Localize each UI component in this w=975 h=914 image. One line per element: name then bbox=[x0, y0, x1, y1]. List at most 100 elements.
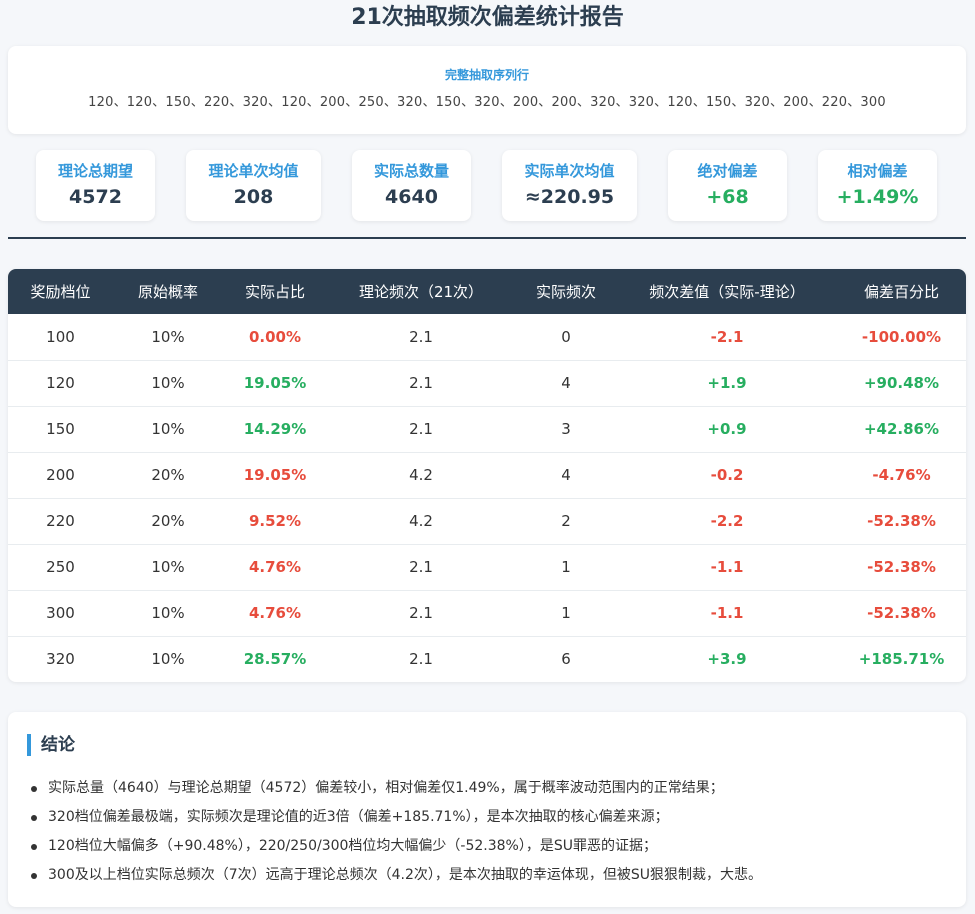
cell-frequency-diff: -2.2 bbox=[710, 512, 744, 530]
stat-label: 实际单次均值 bbox=[524, 162, 615, 180]
cell-theory-frequency: 2.1 bbox=[409, 650, 433, 669]
cell-frequency-diff: -1.1 bbox=[710, 604, 744, 622]
table-row: 220 20% 9.52% 4.2 2 -2.2 -52.38% bbox=[8, 498, 966, 544]
cell-tier: 220 bbox=[46, 512, 75, 530]
cell-theory-frequency: 4.2 bbox=[409, 466, 433, 484]
stat-card-theory-mean: 理论单次均值 208 bbox=[186, 150, 321, 221]
header-actual-frequency: 实际频次 bbox=[535, 283, 596, 301]
stat-label: 理论总期望 bbox=[57, 162, 133, 180]
stat-label: 理论单次均值 bbox=[208, 162, 299, 180]
cell-actual-frequency: 1 bbox=[561, 558, 571, 576]
conclusion-card: 结论 实际总量（4640）与理论总期望（4572）偏差较小，相对偏差仅1.49%… bbox=[8, 712, 966, 907]
stat-value: ≈220.95 bbox=[524, 186, 615, 208]
cell-theory-frequency: 2.1 bbox=[409, 374, 433, 392]
cell-actual-frequency: 0 bbox=[561, 327, 571, 346]
cell-actual-share: 4.76% bbox=[248, 604, 302, 622]
conclusion-item: 300及以上档位实际总频次（7次）远高于理论总频次（4.2次），是本次抽取的幸运… bbox=[28, 861, 762, 890]
cell-deviation-percent: +90.48% bbox=[863, 374, 940, 392]
cell-actual-frequency: 4 bbox=[561, 466, 571, 484]
cell-actual-frequency: 6 bbox=[561, 650, 571, 669]
conclusion-text: 300及以上档位实际总频次（7次）远高于理论总频次（4.2次），是本次抽取的幸运… bbox=[48, 867, 763, 883]
conclusion-text: 120档位大幅偏多（+90.48%），220/250/300档位均大幅偏少（-5… bbox=[48, 838, 657, 854]
cell-tier: 150 bbox=[46, 420, 75, 438]
section-divider bbox=[8, 237, 966, 239]
table-header-row: 奖励档位 原始概率 实际占比 理论频次（21次） 实际频次 频次差值（实际-理论… bbox=[8, 269, 966, 314]
stat-value: 4572 bbox=[69, 186, 122, 208]
cell-frequency-diff: -1.1 bbox=[710, 558, 744, 576]
frequency-table: 奖励档位 原始概率 实际占比 理论频次（21次） 实际频次 频次差值（实际-理论… bbox=[8, 269, 966, 682]
cell-deviation-percent: -52.38% bbox=[867, 604, 936, 622]
stat-card-absolute-deviation: 绝对偏差 +68 bbox=[668, 150, 787, 221]
conclusion-list: 实际总量（4640）与理论总期望（4572）偏差较小，相对偏差仅1.49%，属于… bbox=[28, 774, 762, 890]
stat-label: 相对偏差 bbox=[847, 162, 908, 180]
cell-probability: 10% bbox=[151, 558, 185, 576]
cell-actual-share: 28.57% bbox=[243, 650, 307, 669]
cell-theory-frequency: 2.1 bbox=[409, 604, 433, 622]
stat-card-actual-total: 实际总数量 4640 bbox=[352, 150, 471, 221]
cell-theory-frequency: 4.2 bbox=[409, 512, 433, 530]
header-actual-share: 实际占比 bbox=[244, 283, 305, 301]
header-tier: 奖励档位 bbox=[30, 283, 91, 301]
bullet-icon bbox=[31, 844, 37, 850]
stat-card-theory-total: 理论总期望 4572 bbox=[36, 150, 155, 221]
cell-theory-frequency: 2.1 bbox=[409, 327, 433, 346]
stat-card-actual-mean: 实际单次均值 ≈220.95 bbox=[502, 150, 637, 221]
cell-tier: 120 bbox=[46, 374, 75, 392]
table-row: 100 10% 0.00% 2.1 0 -2.1 -100.00% bbox=[8, 314, 966, 360]
conclusion-item: 实际总量（4640）与理论总期望（4572）偏差较小，相对偏差仅1.49%，属于… bbox=[28, 774, 762, 803]
cell-actual-share: 19.05% bbox=[243, 466, 307, 484]
table-row: 300 10% 4.76% 2.1 1 -1.1 -52.38% bbox=[8, 590, 966, 636]
cell-theory-frequency: 2.1 bbox=[409, 558, 433, 576]
cell-frequency-diff: +3.9 bbox=[707, 650, 747, 669]
stat-value: +68 bbox=[706, 186, 749, 208]
header-probability: 原始概率 bbox=[137, 283, 198, 301]
conclusion-text: 实际总量（4640）与理论总期望（4572）偏差较小，相对偏差仅1.49%，属于… bbox=[48, 780, 724, 796]
cell-frequency-diff: +1.9 bbox=[707, 374, 747, 392]
cell-deviation-percent: +42.86% bbox=[863, 420, 940, 438]
cell-tier: 200 bbox=[46, 466, 75, 484]
cell-actual-share: 4.76% bbox=[248, 558, 302, 576]
table-row: 320 10% 28.57% 2.1 6 +3.9 +185.71% bbox=[8, 636, 966, 682]
table-row: 200 20% 19.05% 4.2 4 -0.2 -4.76% bbox=[8, 452, 966, 498]
cell-frequency-diff: -0.2 bbox=[710, 466, 744, 484]
header-deviation-percent: 偏差百分比 bbox=[863, 283, 939, 301]
table-row: 250 10% 4.76% 2.1 1 -1.1 -52.38% bbox=[8, 544, 966, 590]
cell-probability: 20% bbox=[151, 466, 185, 484]
cell-probability: 10% bbox=[151, 420, 185, 438]
cell-deviation-percent: -52.38% bbox=[867, 558, 936, 576]
header-theory-frequency: 理论频次（21次） bbox=[358, 283, 484, 301]
cell-probability: 10% bbox=[151, 650, 185, 669]
stat-label: 绝对偏差 bbox=[697, 162, 758, 180]
stat-value: 208 bbox=[233, 186, 274, 208]
cell-tier: 300 bbox=[46, 604, 75, 622]
cell-tier: 250 bbox=[46, 558, 75, 576]
conclusion-title: 结论 bbox=[27, 734, 75, 756]
conclusion-item: 320档位偏差最极端，实际频次是理论值的近3倍（偏差+185.71%），是本次抽… bbox=[28, 803, 762, 832]
cell-actual-frequency: 2 bbox=[561, 512, 571, 530]
stat-card-relative-deviation: 相对偏差 +1.49% bbox=[818, 150, 937, 221]
cell-tier: 320 bbox=[46, 650, 75, 669]
cell-probability: 10% bbox=[151, 604, 185, 622]
cell-actual-share: 0.00% bbox=[248, 327, 302, 346]
cell-probability: 20% bbox=[151, 512, 185, 530]
conclusion-text: 320档位偏差最极端，实际频次是理论值的近3倍（偏差+185.71%），是本次抽… bbox=[48, 809, 669, 825]
stat-value: +1.49% bbox=[836, 186, 919, 208]
cell-frequency-diff: +0.9 bbox=[707, 420, 747, 438]
sequence-label: 完整抽取序列行 bbox=[444, 68, 529, 82]
bullet-icon bbox=[31, 873, 37, 879]
bullet-icon bbox=[31, 815, 37, 821]
table-row: 150 10% 14.29% 2.1 3 +0.9 +42.86% bbox=[8, 406, 966, 452]
sequence-card: 完整抽取序列行 120、120、150、220、320、120、200、250、… bbox=[8, 46, 966, 134]
cell-actual-frequency: 4 bbox=[561, 374, 571, 392]
cell-frequency-diff: -2.1 bbox=[710, 327, 744, 346]
conclusion-item: 120档位大幅偏多（+90.48%），220/250/300档位均大幅偏少（-5… bbox=[28, 832, 762, 861]
cell-deviation-percent: +185.71% bbox=[858, 650, 945, 669]
cell-theory-frequency: 2.1 bbox=[409, 420, 433, 438]
table-row: 120 10% 19.05% 2.1 4 +1.9 +90.48% bbox=[8, 360, 966, 406]
cell-deviation-percent: -4.76% bbox=[872, 466, 931, 484]
cell-tier: 100 bbox=[46, 327, 75, 346]
sequence-values: 120、120、150、220、320、120、200、250、320、150、… bbox=[88, 95, 886, 110]
cell-deviation-percent: -52.38% bbox=[867, 512, 936, 530]
cell-actual-share: 19.05% bbox=[243, 374, 307, 392]
cell-actual-share: 14.29% bbox=[243, 420, 307, 438]
